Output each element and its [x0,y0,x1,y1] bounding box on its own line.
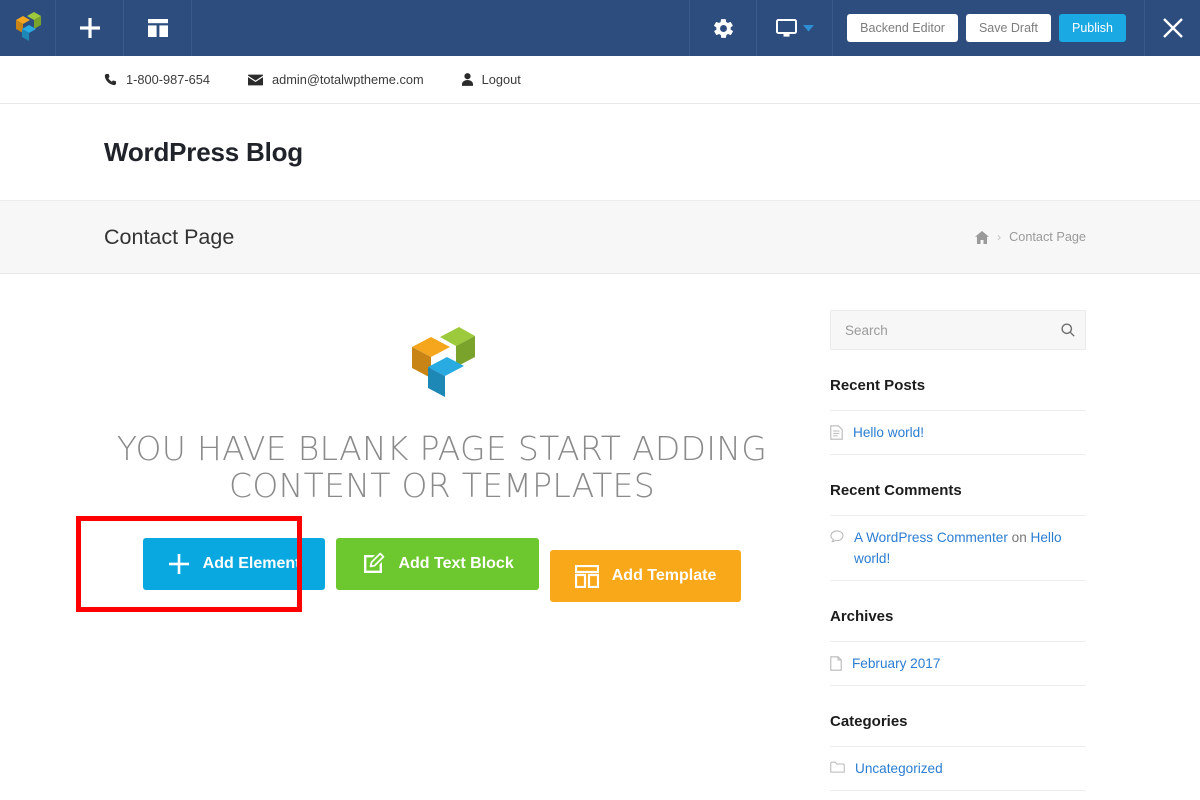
list-item-text: Hello world! [853,422,1086,443]
home-icon[interactable] [975,230,990,244]
wpbakery-logo-button[interactable] [0,0,56,56]
page-icon [830,653,842,671]
add-text-block-label: Add Text Block [398,555,514,572]
widget-list: Hello world! [830,410,1086,455]
email-info[interactable]: admin@totalwptheme.com [247,72,424,87]
phone-number: 1-800-987-654 [126,72,210,87]
widget-recent-comments: Recent Comments A WordPress Commenter on… [830,482,1086,581]
user-icon [461,73,473,86]
close-editor-button[interactable] [1144,0,1200,56]
site-title[interactable]: WordPress Blog [104,137,303,168]
site-header: WordPress Blog [0,104,1200,201]
breadcrumb-separator: › [997,230,1002,244]
add-element-toolbar-button[interactable] [56,0,124,56]
widget-title: Categories [830,713,908,730]
templates-grid-icon [147,17,169,39]
blank-page-placeholder: You have blank page start adding content… [76,326,780,612]
add-text-block-button[interactable]: Add Text Block [336,538,539,590]
page-title-bar: Contact Page › Contact Page [0,201,1200,274]
list-item-text: A WordPress Commenter on Hello world! [854,527,1086,569]
plus-icon [168,553,190,575]
search-submit-button[interactable] [1061,323,1075,337]
widget-title: Recent Comments [830,482,962,499]
phone-icon [104,73,117,86]
wpbakery-logo-icon [14,11,42,46]
document-icon [830,422,843,440]
backend-editor-button[interactable]: Backend Editor [847,14,958,42]
phone-info[interactable]: 1-800-987-654 [104,72,210,87]
gear-icon [712,17,735,40]
pencil-square-icon [361,552,385,576]
content-wrap: You have blank page start adding content… [0,274,1200,791]
sidebar: Recent Posts Hello world! Re [830,274,1086,791]
blank-page-actions: Add Element Add Text Block Add Template [76,516,780,612]
comment-icon [830,527,844,543]
admin-bar-actions: Backend Editor Save Draft Publish [833,0,1144,56]
template-grid-icon [574,564,599,588]
search-input[interactable] [831,311,1085,349]
admin-bar: Backend Editor Save Draft Publish [0,0,1200,56]
chevron-down-icon [802,24,814,32]
list-item[interactable]: Uncategorized [830,746,1086,791]
add-element-button[interactable]: Add Element [142,538,326,590]
widget-list: Uncategorized [830,746,1086,791]
email-address: admin@totalwptheme.com [271,72,424,87]
widget-title: Recent Posts [830,377,926,394]
add-template-button[interactable]: Add Template [549,550,742,602]
recent-post-link[interactable]: Hello world! [853,425,924,440]
plus-icon [79,17,101,39]
list-item[interactable]: February 2017 [830,641,1086,686]
search-icon [1061,323,1075,340]
list-item[interactable]: A WordPress Commenter on Hello world! [830,515,1086,581]
widget-title: Archives [830,608,894,625]
breadcrumb-current: Contact Page [1009,230,1086,244]
search-widget [830,310,1086,350]
list-item[interactable]: Hello world! [830,410,1086,455]
widget-list: February 2017 [830,641,1086,686]
page-title: Contact Page [104,224,235,249]
desktop-monitor-icon [775,18,797,38]
admin-bar-spacer [192,0,689,56]
widget-categories: Categories Uncategorized [830,713,1086,791]
blank-page-heading: You have blank page start adding content… [116,429,768,505]
category-link[interactable]: Uncategorized [855,761,943,776]
responsive-preview-button[interactable] [757,0,834,56]
folder-icon [830,758,845,774]
publish-button[interactable]: Publish [1059,14,1126,42]
action-button-row-2: Add Template [549,550,742,602]
add-template-label: Add Template [611,567,717,584]
close-icon [1161,16,1185,40]
list-item-text: February 2017 [852,653,1086,674]
comment-author-link[interactable]: A WordPress Commenter [854,530,1008,545]
templates-toolbar-button[interactable] [124,0,192,56]
wpbakery-logo-icon-large [104,326,780,398]
archive-link[interactable]: February 2017 [852,656,940,671]
logout-label: Logout [481,72,521,87]
settings-toolbar-button[interactable] [689,0,758,56]
list-item-text: Uncategorized [855,758,1086,779]
breadcrumb: › Contact Page [975,230,1086,244]
main-column: You have blank page start adding content… [76,274,780,791]
widget-recent-posts: Recent Posts Hello world! [830,377,1086,455]
envelope-icon [247,74,263,86]
save-draft-button[interactable]: Save Draft [965,14,1051,42]
add-element-label: Add Element [202,555,301,572]
site-top-info-bar: 1-800-987-654 admin@totalwptheme.com Log… [0,56,1200,104]
action-button-row-1: Add Element Add Text Block [76,516,539,612]
logout-link[interactable]: Logout [461,72,521,87]
widget-list: A WordPress Commenter on Hello world! [830,515,1086,581]
comment-on-text: on [1007,530,1031,545]
widget-archives: Archives February 2017 [830,608,1086,686]
